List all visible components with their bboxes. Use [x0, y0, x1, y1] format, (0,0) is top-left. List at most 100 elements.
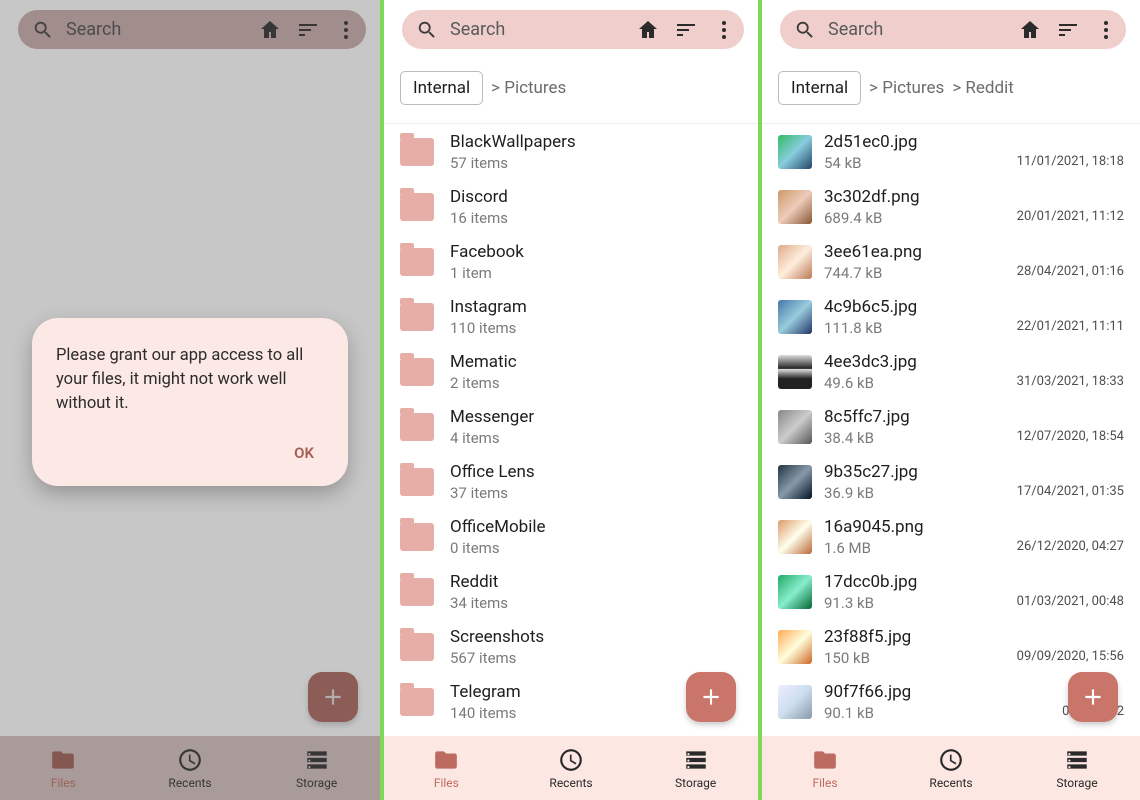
breadcrumb-root[interactable]: Internal [400, 71, 483, 105]
dialog-message: Please grant our app access to all your … [56, 344, 324, 416]
item-sub: 1.6 MB [824, 539, 1017, 557]
item-name: BlackWallpapers [450, 132, 742, 152]
item-date: 11/01/2021, 18:18 [1017, 154, 1124, 169]
list-item[interactable]: 4c9b6c5.jpg 111.8 kB22/01/2021, 11:11 [762, 289, 1140, 344]
sort-icon[interactable] [1056, 18, 1080, 42]
folder-icon [400, 248, 434, 276]
nav-recents[interactable]: Recents [509, 736, 634, 800]
item-name: Facebook [450, 242, 742, 262]
list-item[interactable]: Discord 16 items [384, 179, 758, 234]
folder-icon [400, 468, 434, 496]
search-bar[interactable]: Search [780, 10, 1126, 49]
folder-icon [400, 303, 434, 331]
list-item[interactable]: 2d51ec0.jpg 54 kB11/01/2021, 18:18 [762, 124, 1140, 179]
item-sub: 4 items [450, 429, 742, 447]
item-sub: 689.4 kB [824, 209, 1017, 227]
item-name: 4ee3dc3.jpg [824, 352, 1017, 372]
folder-icon [400, 688, 434, 716]
item-name: 17dcc0b.jpg [824, 572, 1017, 592]
item-sub: 54 kB [824, 154, 1017, 172]
list-item[interactable]: Instagram 110 items [384, 289, 758, 344]
list-item[interactable]: 17dcc0b.jpg 91.3 kB01/03/2021, 00:48 [762, 564, 1140, 619]
folder-icon [400, 358, 434, 386]
item-name: 4c9b6c5.jpg [824, 297, 1017, 317]
search-icon [416, 19, 438, 41]
sort-icon[interactable] [674, 18, 698, 42]
item-date: 22/01/2021, 11:11 [1017, 319, 1124, 334]
item-name: Office Lens [450, 462, 742, 482]
item-name: Discord [450, 187, 742, 207]
list-item[interactable]: 3ee61ea.png 744.7 kB28/04/2021, 01:16 [762, 234, 1140, 289]
fab-add[interactable] [686, 672, 736, 722]
nav-storage[interactable]: Storage [633, 736, 758, 800]
item-sub: 110 items [450, 319, 742, 337]
nav-files[interactable]: Files [762, 736, 888, 800]
list-item[interactable]: Facebook 1 item [384, 234, 758, 289]
folder-icon [400, 193, 434, 221]
nav-storage[interactable]: Storage [1014, 736, 1140, 800]
thumbnail [778, 630, 812, 664]
item-name: Messenger [450, 407, 742, 427]
breadcrumb-pictures[interactable]: > Pictures [869, 78, 944, 98]
item-sub: 1 item [450, 264, 742, 282]
search-icon [794, 19, 816, 41]
item-name: 16a9045.png [824, 517, 1017, 537]
bottom-nav: Files Recents Storage [762, 736, 1140, 800]
item-name: 9b35c27.jpg [824, 462, 1017, 482]
nav-files[interactable]: Files [384, 736, 509, 800]
more-icon[interactable] [712, 18, 736, 42]
list-item[interactable]: OfficeMobile0 items [384, 509, 758, 564]
home-icon[interactable] [1018, 18, 1042, 42]
item-sub: 38.4 kB [824, 429, 1017, 447]
breadcrumb-pictures[interactable]: > Pictures [491, 78, 566, 98]
item-sub: 34 items [450, 594, 742, 612]
item-sub: 16 items [450, 209, 742, 227]
list-item[interactable]: 8c5ffc7.jpg38.4 kB12/07/2020, 18:54 [762, 399, 1140, 454]
folder-icon [400, 523, 434, 551]
dialog-ok-button[interactable]: OK [284, 438, 324, 468]
list-item[interactable]: 4ee3dc3.jpg49.6 kB31/03/2021, 18:33 [762, 344, 1140, 399]
nav-recents[interactable]: Recents [888, 736, 1014, 800]
item-date: 01/03/2021, 00:48 [1017, 594, 1124, 609]
list-item[interactable]: BlackWallpapers57 items [384, 124, 758, 179]
list-item[interactable]: Messenger 4 items [384, 399, 758, 454]
list-item[interactable]: Office Lens37 items [384, 454, 758, 509]
item-sub: 36.9 kB [824, 484, 1017, 502]
item-name: Instagram [450, 297, 742, 317]
folder-icon [400, 578, 434, 606]
item-date: 26/12/2020, 04:27 [1017, 539, 1124, 554]
list-item[interactable]: 16a9045.png 1.6 MB26/12/2020, 04:27 [762, 509, 1140, 564]
home-icon[interactable] [636, 18, 660, 42]
list-item[interactable]: Reddit34 items [384, 564, 758, 619]
item-sub: 744.7 kB [824, 264, 1017, 282]
item-name: 2d51ec0.jpg [824, 132, 1017, 152]
breadcrumb-reddit[interactable]: > Reddit [952, 78, 1013, 98]
list-item[interactable]: 3c302df.png689.4 kB20/01/2021, 11:12 [762, 179, 1140, 234]
item-sub: 150 kB [824, 649, 1017, 667]
item-date: 20/01/2021, 11:12 [1017, 209, 1124, 224]
item-name: Mematic [450, 352, 742, 372]
file-list: 2d51ec0.jpg 54 kB11/01/2021, 18:18 3c302df… [762, 124, 1140, 736]
more-icon[interactable] [1094, 18, 1118, 42]
thumbnail [778, 410, 812, 444]
list-item[interactable]: 23f88f5.jpg150 kB09/09/2020, 15:56 [762, 619, 1140, 674]
list-item[interactable]: Screenshots567 items [384, 619, 758, 674]
folder-icon [400, 633, 434, 661]
list-item[interactable]: 9b35c27.jpg 36.9 kB17/04/2021, 01:35 [762, 454, 1140, 509]
fab-add[interactable] [1068, 672, 1118, 722]
item-date: 28/04/2021, 01:16 [1017, 264, 1124, 279]
item-sub: 49.6 kB [824, 374, 1017, 392]
search-bar[interactable]: Search [402, 10, 744, 49]
breadcrumb-root[interactable]: Internal [778, 71, 861, 105]
thumbnail [778, 300, 812, 334]
thumbnail [778, 355, 812, 389]
list-item[interactable]: Mematic2 items [384, 344, 758, 399]
item-date: 17/04/2021, 01:35 [1017, 484, 1124, 499]
item-sub: 111.8 kB [824, 319, 1017, 337]
item-name: 3ee61ea.png [824, 242, 1017, 262]
item-name: 90f7f66.jpg [824, 682, 1062, 702]
bottom-nav: Files Recents Storage [384, 736, 758, 800]
item-date: 09/09/2020, 15:56 [1017, 649, 1124, 664]
item-sub: 91.3 kB [824, 594, 1017, 612]
thumbnail [778, 190, 812, 224]
